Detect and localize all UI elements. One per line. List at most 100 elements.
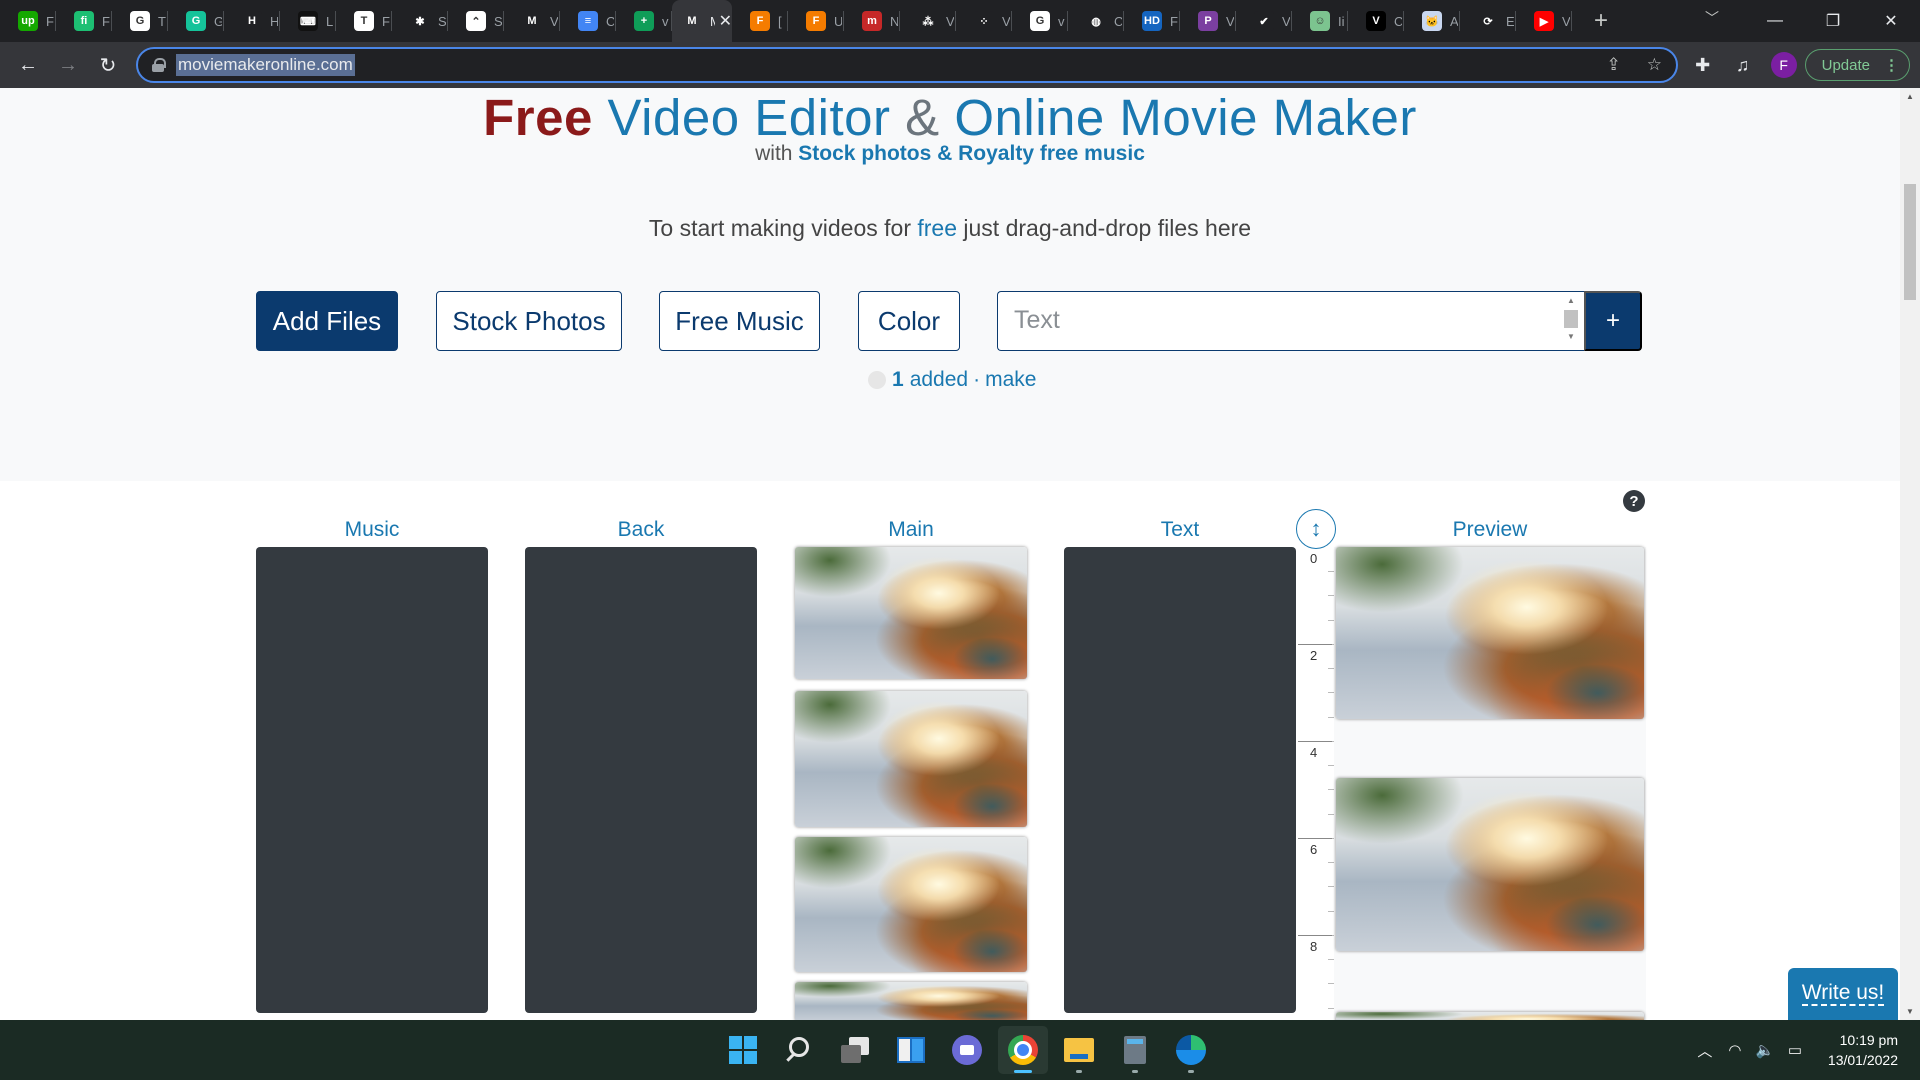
subtitle-link[interactable]: Stock photos & Royalty free music <box>798 142 1145 165</box>
add-text-button[interactable]: + <box>1584 291 1642 351</box>
running-indicator <box>1188 1070 1194 1073</box>
text-track[interactable] <box>1064 547 1296 1013</box>
timeline-ruler: 0 2 4 6 8 <box>1298 547 1334 1020</box>
page-scrollbar[interactable]: ▲ ▼ <box>1900 88 1920 1020</box>
scroll-up-arrow-icon[interactable]: ▲ <box>1564 296 1578 306</box>
scroll-up-arrow-icon[interactable]: ▲ <box>1906 92 1914 101</box>
share-icon[interactable]: ⇪ <box>1607 55 1621 75</box>
page-scroll-thumb[interactable] <box>1904 184 1916 300</box>
taskbar-file-explorer-button[interactable] <box>1054 1026 1104 1074</box>
extensions-puzzle-icon[interactable]: ✚ <box>1683 55 1723 76</box>
browser-tab[interactable]: up F <box>0 0 56 42</box>
f-orange-icon: F <box>806 11 826 31</box>
clock[interactable]: 10:19 pm 13/01/2022 <box>1828 1030 1898 1070</box>
text-input-scrollbar[interactable]: ▲ ▼ <box>1564 296 1578 346</box>
prompt-before: To start making videos for <box>648 215 918 241</box>
forward-button[interactable]: → <box>48 54 88 77</box>
wifi-icon[interactable]: ◠ <box>1720 1041 1750 1059</box>
browser-tab[interactable]: PV <box>1180 0 1236 42</box>
profile-avatar[interactable]: F <box>1770 52 1797 78</box>
scroll-down-arrow-icon[interactable]: ▼ <box>1564 332 1578 342</box>
scroll-down-arrow-icon[interactable]: ▼ <box>1906 1007 1914 1016</box>
volume-icon[interactable]: 🔈 <box>1750 1041 1780 1059</box>
start-button[interactable] <box>718 1026 768 1074</box>
write-us-button[interactable]: Write us! <box>1788 968 1898 1020</box>
main-clip-2[interactable] <box>795 691 1027 827</box>
browser-tab[interactable]: MV <box>504 0 560 42</box>
browser-tab[interactable]: GG <box>168 0 224 42</box>
address-bar[interactable]: moviemakeronline.com ⇪ ☆ <box>136 47 1678 83</box>
restore-button[interactable]: ❐ <box>1804 11 1862 31</box>
browser-tab[interactable]: ⌨ L <box>280 0 336 42</box>
preview-image <box>1336 778 1644 951</box>
close-tab-icon[interactable]: ✕ <box>719 11 732 31</box>
dark-shield-icon: ◍ <box>1086 11 1106 31</box>
reload-button[interactable]: ↻ <box>88 53 128 78</box>
scroll-thumb[interactable] <box>1564 310 1578 328</box>
task-view-button[interactable] <box>830 1026 880 1074</box>
browser-tab[interactable]: ⟳ E <box>1460 0 1516 42</box>
browser-tab[interactable]: HH <box>224 0 280 42</box>
browser-tab[interactable]: mN <box>844 0 900 42</box>
text-input[interactable] <box>998 292 1538 348</box>
timeline-zoom-button[interactable]: ↕ <box>1296 509 1336 549</box>
taskbar-calculator-button[interactable] <box>1110 1026 1160 1074</box>
tab-search-chevron-icon[interactable]: ﹀ <box>1705 8 1719 28</box>
add-files-button[interactable]: Add Files <box>256 291 398 351</box>
close-window-button[interactable]: ✕ <box>1862 11 1920 31</box>
main-clip-3[interactable] <box>795 837 1027 972</box>
browser-tab[interactable]: fi F <box>56 0 112 42</box>
browser-tab[interactable]: FU <box>788 0 844 42</box>
browser-tab[interactable]: F[ <box>732 0 788 42</box>
stock-photos-button[interactable]: Stock Photos <box>436 291 622 351</box>
taskbar-edge-button[interactable] <box>1166 1026 1216 1074</box>
browser-tab[interactable]: ◍ C <box>1068 0 1124 42</box>
main-clip-1[interactable] <box>795 547 1027 679</box>
browser-tab[interactable]: GT <box>112 0 168 42</box>
free-music-button[interactable]: Free Music <box>659 291 820 351</box>
media-control-icon[interactable]: ♫ <box>1723 55 1763 76</box>
widgets-button[interactable] <box>886 1026 936 1074</box>
browser-tab[interactable]: HD F <box>1124 0 1180 42</box>
browser-tab[interactable]: + v <box>616 0 672 42</box>
browser-tab[interactable]: ☺ Ii <box>1292 0 1348 42</box>
taskbar-search-button[interactable] <box>774 1026 824 1074</box>
browser-tab[interactable]: ▶ V <box>1516 0 1572 42</box>
color-button[interactable]: Color <box>858 291 960 351</box>
prompt-free-link[interactable]: free <box>917 215 957 241</box>
browser-tab[interactable]: ⁘ V <box>956 0 1012 42</box>
clock-time: 10:19 pm <box>1839 1032 1898 1048</box>
show-hidden-icons-chevron-icon[interactable]: ︿ <box>1690 1040 1720 1061</box>
browser-tab[interactable]: ≡ C <box>560 0 616 42</box>
make-link[interactable]: make <box>985 368 1036 392</box>
help-icon[interactable]: ? <box>1623 490 1645 512</box>
preview-frame-2[interactable] <box>1336 778 1644 951</box>
bookmark-star-icon[interactable]: ☆ <box>1647 55 1662 75</box>
browser-tab[interactable]: Gv <box>1012 0 1068 42</box>
browser-tab[interactable]: VC <box>1348 0 1404 42</box>
browser-tab[interactable]: ✔ V <box>1236 0 1292 42</box>
preview-image <box>1336 547 1644 719</box>
back-button[interactable]: ← <box>8 54 48 77</box>
teams-chat-button[interactable] <box>942 1026 992 1074</box>
browser-tab[interactable]: ⁂ V <box>900 0 956 42</box>
music-track[interactable] <box>256 547 488 1013</box>
main-clip-4[interactable] <box>795 982 1027 1020</box>
url-text[interactable]: moviemakeronline.com <box>176 54 355 76</box>
battery-charging-icon[interactable]: ▭ <box>1780 1041 1810 1059</box>
minimize-button[interactable]: — <box>1746 12 1804 30</box>
browser-tab[interactable]: ⌃ S <box>448 0 504 42</box>
browser-tab[interactable]: TF <box>336 0 392 42</box>
back-track[interactable] <box>525 547 757 1013</box>
preview-image <box>1336 1012 1644 1020</box>
taskbar-chrome-button[interactable] <box>998 1026 1048 1074</box>
lock-icon[interactable] <box>152 58 166 72</box>
preview-frame-3[interactable] <box>1336 1012 1644 1020</box>
preview-frame-1[interactable] <box>1336 547 1644 719</box>
browser-tab[interactable]: 🐱 A <box>1404 0 1460 42</box>
browser-tab[interactable]: ✱ S <box>392 0 448 42</box>
new-tab-button[interactable]: + <box>1586 7 1616 35</box>
update-button[interactable]: Update ⋮ <box>1804 49 1910 81</box>
tab-list: upFfiFGTGGHH⌨LTF✱S⌃SMV≡C+vMM✕F[FUmN⁂V⁘VG… <box>0 0 1572 42</box>
browser-tab[interactable]: MM ✕ <box>672 0 732 42</box>
